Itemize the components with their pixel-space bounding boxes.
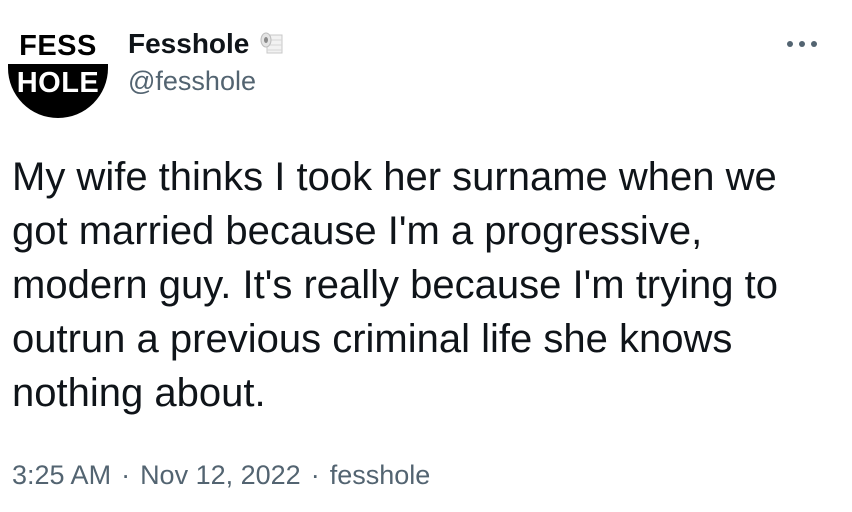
tweet-text: My wife thinks I took her surname when w…: [12, 155, 790, 415]
tweet-date[interactable]: Nov 12, 2022: [140, 460, 301, 491]
more-options-button[interactable]: [780, 30, 824, 58]
more-horizontal-icon: [786, 35, 818, 53]
author-display-name[interactable]: Fesshole: [128, 28, 249, 60]
avatar[interactable]: FESS HOLE: [8, 28, 108, 118]
meta-separator: ·: [310, 460, 320, 490]
toilet-paper-icon: [257, 30, 285, 58]
avatar-text-top: FESS: [19, 30, 97, 62]
avatar-text-bottom: HOLE: [8, 64, 108, 118]
tweet-time[interactable]: 3:25 AM: [12, 460, 111, 491]
tweet-card: FESS HOLE Fesshole @fesshole My wife thi: [0, 0, 852, 512]
author-name-row: Fesshole: [128, 26, 285, 62]
author-handle[interactable]: @fesshole: [128, 66, 256, 97]
tweet-source[interactable]: fesshole: [330, 460, 431, 491]
meta-separator: ·: [121, 460, 131, 490]
tweet-meta: 3:25 AM · Nov 12, 2022 · fesshole: [12, 460, 430, 491]
